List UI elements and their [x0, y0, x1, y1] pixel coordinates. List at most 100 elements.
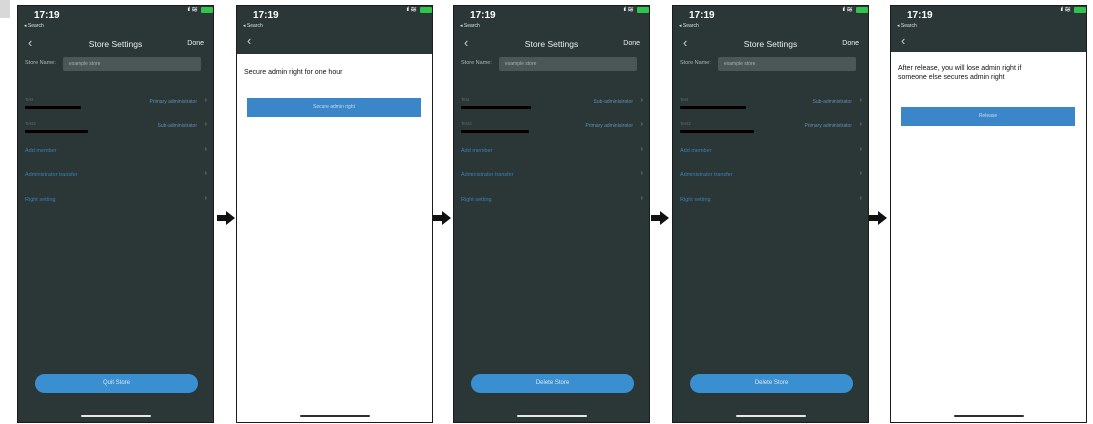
store-name-input[interactable]: example store [63, 57, 201, 71]
nav-bar: ‹ Store Settings Done [18, 35, 213, 54]
status-time: 17:19 [907, 10, 933, 21]
chevron-right-icon: › [640, 146, 643, 153]
store-name-row: Store Name: example store [461, 57, 643, 71]
member-row[interactable]: Test2 Sub-administrator › [25, 121, 207, 137]
member-row[interactable]: Test2 Primary administrator › [461, 121, 643, 137]
redacted-contact [25, 106, 81, 109]
delete-store-button[interactable]: Delete Store [690, 374, 853, 393]
wifi-icon: ≋ [627, 5, 634, 14]
delete-store-button[interactable]: Delete Store [471, 374, 634, 393]
add-member-row[interactable]: Add member › [680, 146, 862, 158]
wifi-icon: ≋ [410, 5, 417, 14]
nav-bar: ‹ [237, 33, 432, 54]
administrator-transfer-row[interactable]: Administrator transfer › [25, 170, 207, 182]
status-time: 17:19 [253, 10, 279, 21]
status-bar: 17:19 ◂ Search ııl ≋ [237, 6, 432, 36]
right-setting-row[interactable]: Right setting › [680, 195, 862, 207]
chevron-right-icon: › [859, 121, 862, 128]
done-button[interactable]: Done [187, 40, 204, 47]
corner-mark [0, 0, 10, 18]
member-row[interactable]: Test2 Primary administrator › [680, 121, 862, 137]
right-setting-label: Right setting [461, 197, 492, 203]
secure-admin-prompt: Secure admin right for one hour [244, 69, 343, 76]
back-to-search-link[interactable]: ◂ Search [24, 23, 44, 29]
back-to-search-link[interactable]: ◂ Search [243, 23, 263, 29]
screen-store-settings-2: 17:19 ◂ Search ııl ≋ ‹ Store Settings Do… [453, 5, 650, 423]
store-name-input[interactable]: example store [718, 57, 856, 71]
done-button[interactable]: Done [842, 40, 859, 47]
release-button[interactable]: Release [901, 107, 1075, 126]
signal-icon: ııl [406, 7, 409, 13]
chevron-left-icon[interactable]: ‹ [247, 33, 251, 48]
back-to-search-link[interactable]: ◂ Search [897, 23, 917, 29]
redacted-contact [680, 106, 746, 109]
member-role: Sub-administrator [593, 99, 633, 105]
page-title: Store Settings [88, 39, 143, 49]
screen-store-settings-3: 17:19 ◂ Search ııl ≋ ‹ Store Settings Do… [672, 5, 869, 423]
add-member-row[interactable]: Add member › [25, 146, 207, 158]
arrow-right-icon [433, 211, 451, 225]
status-bar: 17:19 ◂ Search ııl ≋ [673, 6, 868, 36]
member-role: Primary administrator [585, 123, 633, 129]
chevron-right-icon: › [859, 170, 862, 177]
administrator-transfer-label: Administrator transfer [461, 172, 514, 178]
back-to-search-link[interactable]: ◂ Search [460, 23, 480, 29]
member-row[interactable]: Test Sub-administrator › [680, 97, 862, 113]
add-member-row[interactable]: Add member › [461, 146, 643, 158]
add-member-label: Add member [461, 148, 493, 154]
chevron-left-icon[interactable]: ‹ [901, 33, 905, 48]
arrow-right-icon [869, 211, 887, 225]
home-indicator [300, 415, 370, 417]
administrator-transfer-row[interactable]: Administrator transfer › [461, 170, 643, 182]
member-role: Primary administrator [149, 99, 197, 105]
store-name-label: Store Name: [461, 60, 492, 66]
status-time: 17:19 [34, 10, 60, 21]
store-name-label: Store Name: [680, 60, 711, 66]
chevron-right-icon: › [204, 146, 207, 153]
status-time: 17:19 [470, 10, 496, 21]
member-role: Sub-administrator [812, 99, 852, 105]
status-time: 17:19 [689, 10, 715, 21]
member-name: Test2 [25, 121, 36, 126]
screen-secure-admin: 17:19 ◂ Search ııl ≋ ‹ Secure admin righ… [236, 5, 433, 423]
secure-admin-right-button[interactable]: Secure admin right [247, 98, 421, 117]
signal-icon: ııl [842, 7, 845, 13]
member-row[interactable]: Test Sub-administrator › [461, 97, 643, 113]
member-name: Test2 [461, 121, 472, 126]
nav-bar: ‹ Store Settings Done [673, 35, 868, 54]
arrow-right-icon [217, 211, 235, 225]
chevron-right-icon: › [640, 170, 643, 177]
member-role: Sub-administrator [157, 123, 197, 129]
home-indicator [81, 415, 151, 417]
redacted-contact [25, 130, 88, 133]
page-title: Store Settings [524, 39, 579, 49]
home-indicator [517, 415, 587, 417]
quit-store-label: Quit Store [102, 380, 130, 386]
battery-icon [856, 7, 868, 13]
administrator-transfer-row[interactable]: Administrator transfer › [680, 170, 862, 182]
done-button[interactable]: Done [623, 40, 640, 47]
signal-icon: ııl [623, 7, 626, 13]
add-member-label: Add member [25, 148, 57, 154]
right-setting-row[interactable]: Right setting › [461, 195, 643, 207]
chevron-right-icon: › [204, 170, 207, 177]
chevron-right-icon: › [204, 97, 207, 104]
member-row[interactable]: Test Primary administrator › [25, 97, 207, 113]
member-name: Test2 [680, 121, 691, 126]
redacted-contact [680, 130, 754, 133]
battery-icon [420, 7, 432, 13]
store-name-value: example store [69, 61, 101, 67]
store-name-label: Store Name: [25, 60, 56, 66]
status-bar: 17:19 ◂ Search ııl ≋ [454, 6, 649, 36]
status-bar: 17:19 ◂ Search ııl ≋ [18, 6, 213, 36]
wifi-icon: ≋ [191, 5, 198, 14]
release-label: Release [978, 113, 998, 119]
back-to-search-link[interactable]: ◂ Search [679, 23, 699, 29]
nav-bar: ‹ Store Settings Done [454, 35, 649, 54]
chevron-right-icon: › [204, 121, 207, 128]
right-setting-row[interactable]: Right setting › [25, 195, 207, 207]
quit-store-button[interactable]: Quit Store [35, 374, 198, 393]
signal-icon: ııl [1060, 7, 1063, 13]
store-name-row: Store Name: example store [680, 57, 862, 71]
store-name-input[interactable]: example store [499, 57, 637, 71]
